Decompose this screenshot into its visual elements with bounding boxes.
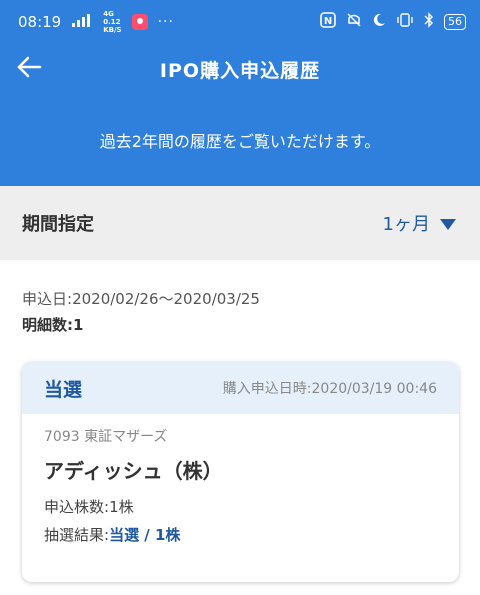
application-datetime-value: 2020/03/19 00:46 bbox=[311, 381, 438, 397]
vibrate-icon bbox=[396, 13, 414, 31]
app-notification-icon bbox=[131, 14, 148, 30]
period-label: 期間指定 bbox=[22, 214, 94, 235]
period-filter: 期間指定 1ヶ月 bbox=[0, 186, 480, 260]
lottery-result-value: 当選 / 1株 bbox=[109, 526, 181, 544]
status-bar: 08:19 4G 0.12 KB/S ··· N 56 bbox=[0, 0, 480, 44]
card-body: 7093 東証マザーズ アディッシュ（株） 申込株数:1株 抽選結果:当選 / … bbox=[22, 414, 459, 546]
status-bar-left: 08:19 4G 0.12 KB/S ··· bbox=[18, 10, 174, 34]
stock-name: アディッシュ（株） bbox=[44, 459, 223, 483]
arrow-left-icon bbox=[16, 56, 42, 82]
nfc-icon: N bbox=[320, 12, 336, 32]
more-notifications-icon: ··· bbox=[157, 14, 174, 30]
ipo-application-card[interactable]: 当選 購入申込日時:2020/03/19 00:46 7093 東証マザーズ ア… bbox=[22, 362, 459, 582]
stock-code-market: 7093 東証マザーズ bbox=[44, 429, 168, 445]
date-range-value: 2020/02/26〜2020/03/25 bbox=[72, 290, 260, 308]
item-count-row: 明細数:1 bbox=[22, 312, 260, 338]
moon-icon bbox=[372, 13, 386, 31]
shares-applied-label: 申込株数: bbox=[44, 498, 110, 516]
result-summary: 申込日:2020/02/26〜2020/03/25 明細数:1 bbox=[22, 286, 260, 338]
date-range-label: 申込日: bbox=[22, 290, 73, 308]
date-range-row: 申込日:2020/02/26〜2020/03/25 bbox=[22, 286, 260, 312]
period-selected-value: 1ヶ月 bbox=[382, 214, 430, 235]
caret-down-icon bbox=[440, 218, 456, 230]
network-speed-value: 0.12 bbox=[103, 18, 121, 26]
status-time: 08:19 bbox=[18, 13, 62, 31]
application-datetime: 購入申込日時:2020/03/19 00:46 bbox=[223, 378, 437, 398]
application-datetime-label: 購入申込日時: bbox=[222, 381, 312, 397]
network-type: 4G bbox=[103, 10, 114, 18]
lottery-result-row: 抽選結果:当選 / 1株 bbox=[44, 524, 437, 546]
status-bar-right: N 56 bbox=[320, 12, 466, 32]
history-notice: 過去2年間の履歴をご覧いただけます。 bbox=[0, 94, 480, 186]
app-bar: IPO購入申込履歴 bbox=[0, 44, 480, 94]
lottery-result-label: 抽選結果: bbox=[44, 526, 110, 544]
page-title: IPO購入申込履歴 bbox=[159, 59, 321, 82]
battery-level: 56 bbox=[444, 14, 466, 30]
card-header: 当選 購入申込日時:2020/03/19 00:46 bbox=[22, 362, 459, 414]
network-speed-unit: KB/S bbox=[103, 26, 122, 34]
back-button[interactable] bbox=[12, 52, 46, 86]
svg-text:N: N bbox=[324, 16, 332, 27]
bluetooth-icon bbox=[424, 12, 434, 32]
shares-applied-row: 申込株数:1株 bbox=[44, 496, 437, 518]
item-count-value: 1 bbox=[73, 316, 84, 334]
network-speed: 4G 0.12 KB/S bbox=[103, 10, 121, 34]
mute-icon bbox=[346, 12, 362, 32]
period-dropdown[interactable]: 1ヶ月 bbox=[383, 210, 456, 236]
lottery-status: 当選 bbox=[44, 378, 83, 401]
item-count-label: 明細数: bbox=[22, 316, 73, 334]
signal-icon bbox=[71, 13, 93, 31]
shares-applied-value: 1株 bbox=[109, 498, 134, 516]
history-notice-text: 過去2年間の履歴をご覧いただけます。 bbox=[99, 132, 381, 151]
